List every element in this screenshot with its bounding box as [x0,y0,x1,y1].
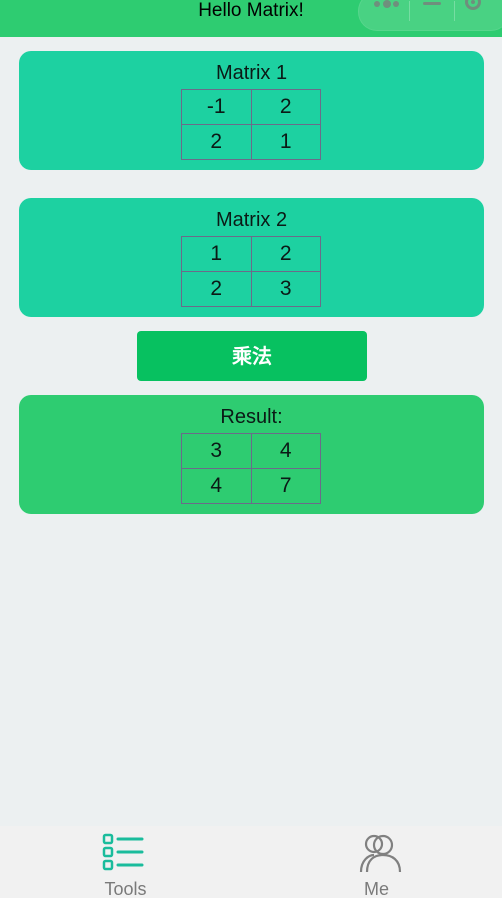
matrix-2-grid: 1 2 2 3 [181,236,321,307]
tab-tools-label: Tools [104,879,147,898]
matrix-row: 2 3 [181,271,321,307]
list-icon [102,833,144,871]
result-cell: 4 [250,433,321,469]
matrix-1-title: Matrix 1 [215,62,288,84]
matrix-cell[interactable]: 2 [250,89,322,125]
matrix-row: -1 2 [181,89,322,125]
tab-bar: Tools Me [0,826,502,898]
minimize-icon[interactable] [423,2,441,5]
matrix-row: 3 4 [181,433,321,469]
matrix-2-card: Matrix 2 1 2 2 3 [19,198,484,317]
matrix-1-grid: -1 2 2 1 [181,89,322,160]
multiply-button[interactable]: 乘法 [137,331,367,381]
result-title: Result: [220,406,283,428]
result-cell: 7 [250,468,321,504]
matrix-cell[interactable]: 1 [250,124,322,160]
matrix-row: 1 2 [181,236,321,272]
tab-tools[interactable]: Tools [0,826,251,898]
result-grid: 3 4 4 7 [181,433,321,504]
more-icon[interactable] [374,0,400,9]
matrix-cell[interactable]: 1 [181,236,252,272]
page: Hello Matrix! Matrix 1 -1 2 2 1 Matrix 2 [0,0,502,898]
mini-program-capsule [358,0,502,31]
result-card: Result: 3 4 4 7 [19,395,484,514]
user-group-icon [359,834,402,873]
tab-me-label: Me [363,879,389,898]
matrix-cell[interactable]: 2 [250,236,321,272]
capsule-separator [409,1,410,21]
nav-bar: Hello Matrix! [0,0,502,37]
tab-me[interactable]: Me [251,826,502,898]
matrix-row: 2 1 [181,124,322,160]
matrix-cell[interactable]: -1 [181,89,252,125]
result-cell: 4 [181,468,252,504]
matrix-cell[interactable]: 2 [181,271,252,307]
matrix-cell[interactable]: 2 [181,124,252,160]
matrix-1-card: Matrix 1 -1 2 2 1 [19,51,484,170]
matrix-2-title: Matrix 2 [215,209,288,231]
matrix-row: 4 7 [181,468,321,504]
capsule-separator [454,1,455,21]
result-cell: 3 [181,433,252,469]
matrix-cell[interactable]: 3 [250,271,321,307]
close-icon[interactable] [465,0,481,10]
